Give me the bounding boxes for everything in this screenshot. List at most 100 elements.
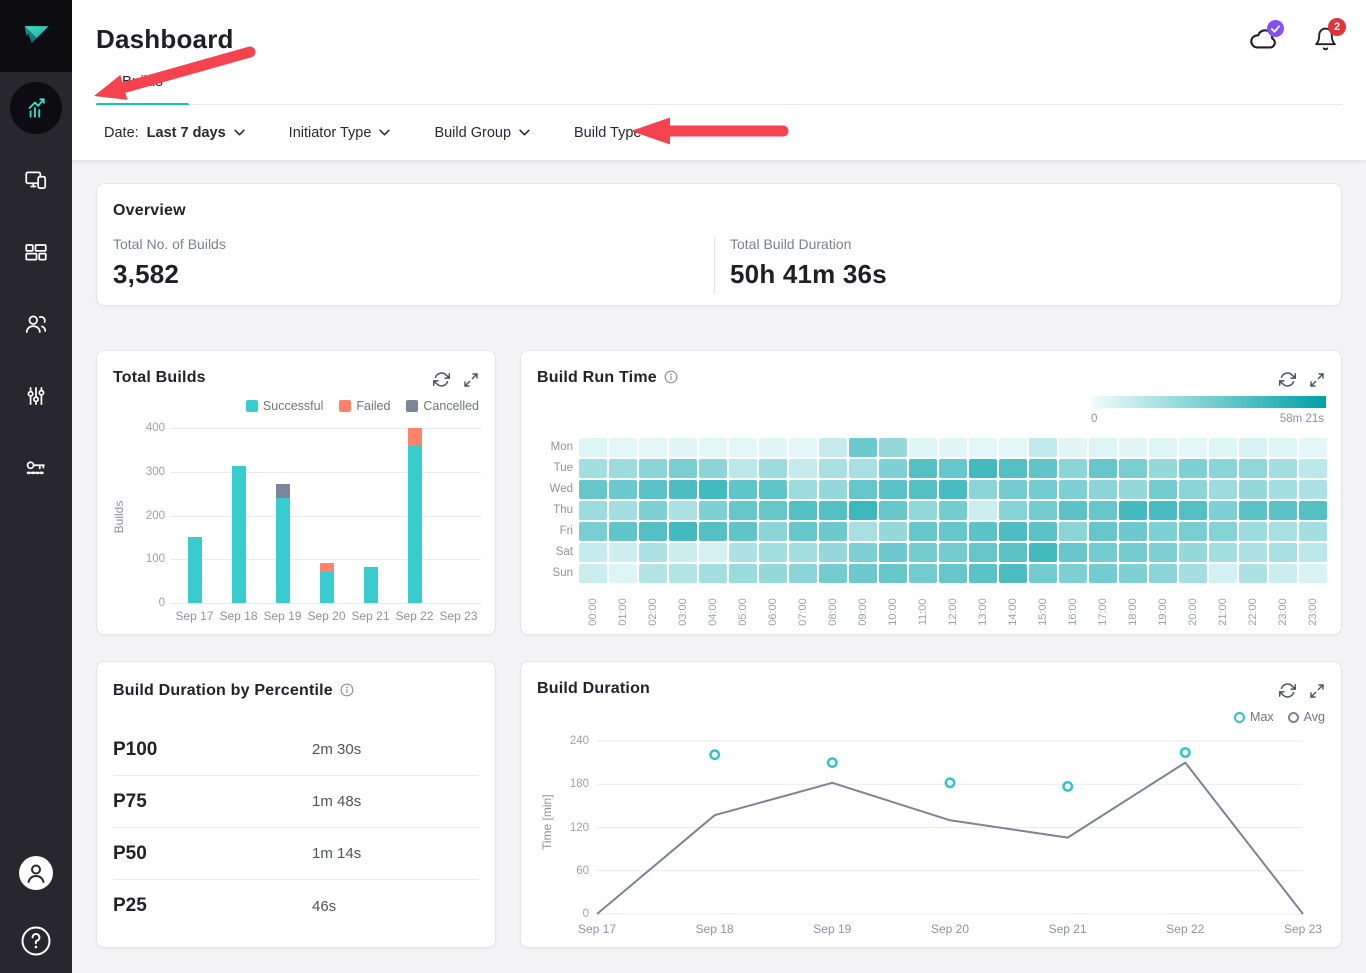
- heatmap-cell: [669, 480, 697, 499]
- heatmap-cell: [639, 522, 667, 541]
- heatmap-cell: [1299, 564, 1327, 583]
- heatmap-cell: [639, 459, 667, 478]
- heatmap-hour-label: 00:00: [587, 590, 599, 634]
- heatmap-cell: [879, 522, 907, 541]
- heatmap-cell: [1059, 438, 1087, 457]
- chevron-down-icon: [234, 129, 245, 136]
- heatmap-cell: [1299, 501, 1327, 520]
- chevron-down-icon: [649, 129, 660, 136]
- heatmap-hour-label: 09:00: [857, 590, 869, 634]
- total-builds-card: Total Builds: [96, 350, 496, 635]
- table-row: P2546s: [113, 880, 479, 932]
- gridline: [171, 603, 481, 604]
- bar-segment-successful: [276, 498, 290, 603]
- sidebar-item-apps[interactable]: [0, 144, 72, 216]
- apps-devices-icon: [23, 167, 49, 193]
- percentile-label: P100: [113, 739, 312, 761]
- tab-builds[interactable]: Builds: [96, 71, 189, 105]
- heatmap-hour-label: 19:00: [1157, 590, 1169, 634]
- app-logo[interactable]: [0, 0, 72, 72]
- heatmap-cell: [1119, 501, 1147, 520]
- filter-build-type[interactable]: Build Type: [574, 125, 660, 141]
- heatmap-cell: [909, 543, 937, 562]
- filter-date[interactable]: Date: Last 7 days: [104, 125, 245, 141]
- heatmap-cell: [969, 522, 997, 541]
- bar-segment-successful: [188, 537, 202, 603]
- heatmap-cell: [789, 480, 817, 499]
- heatmap-cell: [1299, 438, 1327, 457]
- heatmap-cell: [939, 480, 967, 499]
- heatmap-cell: [1179, 543, 1207, 562]
- heatmap-cell: [699, 438, 727, 457]
- bar-chart-plot[interactable]: 4003002001000BuildsSep 17Sep 18Sep 19Sep…: [97, 351, 497, 636]
- metric-label: Total Build Duration: [730, 236, 887, 252]
- heatmap-hour-label: 23:00: [1277, 590, 1289, 634]
- heatmap-cell: [1059, 501, 1087, 520]
- heatmap-cell: [1179, 501, 1207, 520]
- heatmap-cell: [879, 564, 907, 583]
- heatmap-hour-label: 15:00: [1037, 590, 1049, 634]
- sidebar-item-insights[interactable]: [0, 72, 72, 144]
- heatmap-cell: [609, 543, 637, 562]
- heatmap-cell: [999, 480, 1027, 499]
- cloud-status-button[interactable]: [1247, 27, 1277, 56]
- heatmap-cell: [759, 438, 787, 457]
- heatmap-cell: [1239, 459, 1267, 478]
- heatmap-cell: [849, 564, 877, 583]
- heatmap-cell: [669, 459, 697, 478]
- filter-bar: Date: Last 7 days Initiator Type Build Gro…: [72, 105, 1366, 160]
- heatmap-cell: [1149, 543, 1177, 562]
- gridline: [171, 428, 481, 429]
- heatmap-cell: [999, 501, 1027, 520]
- sidebar-item-settings[interactable]: [0, 360, 72, 432]
- api-key-icon: [23, 455, 49, 481]
- heatmap-plot[interactable]: MonTueWedThuFriSatSun00:0001:0002:0003:0…: [521, 351, 1343, 636]
- heatmap-cell: [1179, 522, 1207, 541]
- sidebar-item-api-key[interactable]: [0, 432, 72, 504]
- sidebar-item-help[interactable]: [0, 909, 72, 973]
- heatmap-cell: [969, 459, 997, 478]
- heatmap-cell: [759, 480, 787, 499]
- filter-initiator-type[interactable]: Initiator Type: [289, 125, 391, 141]
- x-axis-tick: Sep 22: [390, 609, 440, 623]
- sidebar-item-add-ons[interactable]: [0, 216, 72, 288]
- heatmap-day-label: Fri: [521, 525, 573, 537]
- heatmap-cell: [1149, 480, 1177, 499]
- heatmap-cell: [789, 543, 817, 562]
- heatmap-hour-label: 08:00: [827, 590, 839, 634]
- heatmap-cell: [1239, 501, 1267, 520]
- x-axis-tick: Sep 22: [1160, 922, 1210, 936]
- heatmap-hour-label: 07:00: [797, 590, 809, 634]
- table-row: P751m 48s: [113, 776, 479, 828]
- build-run-time-card: Build Run Time: [520, 350, 1342, 635]
- info-icon[interactable]: [340, 683, 354, 697]
- sidebar-item-users[interactable]: [0, 288, 72, 360]
- line-chart-plot[interactable]: 240180120600Time [min]Sep 17Sep 18Sep 19…: [521, 662, 1343, 949]
- build-duration-card: Build Duration: [520, 661, 1342, 948]
- heatmap-cell: [1209, 438, 1237, 457]
- heatmap-cell: [639, 480, 667, 499]
- heatmap-cell: [609, 501, 637, 520]
- heatmap-cell: [939, 459, 967, 478]
- max-point: [828, 758, 836, 766]
- notifications-button[interactable]: 2: [1313, 26, 1338, 57]
- main-area: Dashboard 2 Builds Date: Last 7 da: [72, 0, 1366, 973]
- heatmap-cell: [999, 459, 1027, 478]
- filter-build-group[interactable]: Build Group: [434, 125, 530, 141]
- heatmap-cell: [699, 459, 727, 478]
- heatmap-hour-label: 03:00: [677, 590, 689, 634]
- heatmap-cell: [1059, 459, 1087, 478]
- heatmap-day-label: Wed: [521, 483, 573, 495]
- heatmap-cell: [999, 438, 1027, 457]
- y-axis-tick: 100: [125, 553, 165, 565]
- heatmap-cell: [849, 459, 877, 478]
- heatmap-cell: [729, 501, 757, 520]
- x-axis-tick: Sep 21: [1043, 922, 1093, 936]
- heatmap-day-label: Sat: [521, 546, 573, 558]
- x-axis-tick: Sep 21: [346, 609, 396, 623]
- heatmap-cell: [579, 543, 607, 562]
- sidebar-item-account[interactable]: [0, 837, 72, 909]
- heatmap-cell: [909, 564, 937, 583]
- heatmap-cell: [639, 438, 667, 457]
- gridline: [171, 472, 481, 473]
